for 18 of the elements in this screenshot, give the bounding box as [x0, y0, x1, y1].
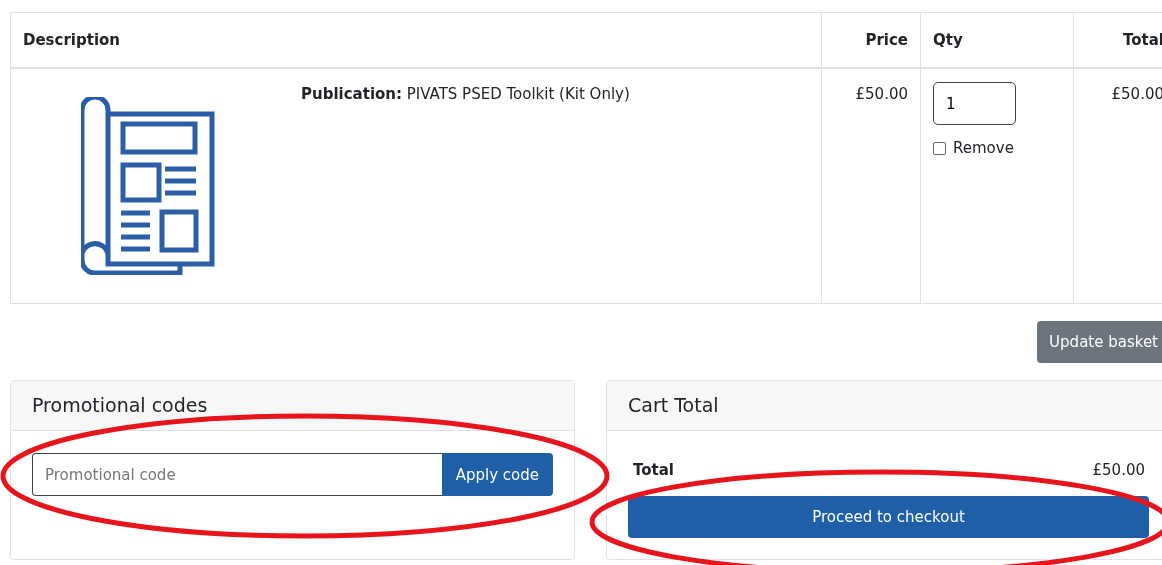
card-title: Promotional codes: [11, 381, 574, 431]
total-value: £50.00: [1092, 461, 1145, 479]
update-basket-button[interactable]: Update basket: [1037, 321, 1162, 363]
column-header: Price: [821, 13, 920, 69]
remove-checkbox[interactable]: [933, 141, 946, 155]
quantity-field[interactable]: 1: [933, 82, 1016, 125]
column-header: Description: [11, 13, 821, 69]
apply-code-button[interactable]: Apply code: [441, 453, 553, 496]
total-label: Total: [633, 461, 674, 479]
price-cell: £50.00: [855, 85, 908, 103]
promo-code-field[interactable]: Promotional code: [32, 453, 442, 496]
column-header: Total: [1073, 13, 1162, 69]
remove-label: Remove: [953, 139, 1014, 157]
newspaper-icon: [81, 97, 216, 275]
checkout-button[interactable]: Proceed to checkout: [628, 496, 1149, 538]
product-description: Publication: PIVATS PSED Toolkit (Kit Only): [301, 85, 630, 105]
column-header: Qty: [920, 13, 1073, 69]
card-title: Cart Total: [607, 381, 1162, 431]
